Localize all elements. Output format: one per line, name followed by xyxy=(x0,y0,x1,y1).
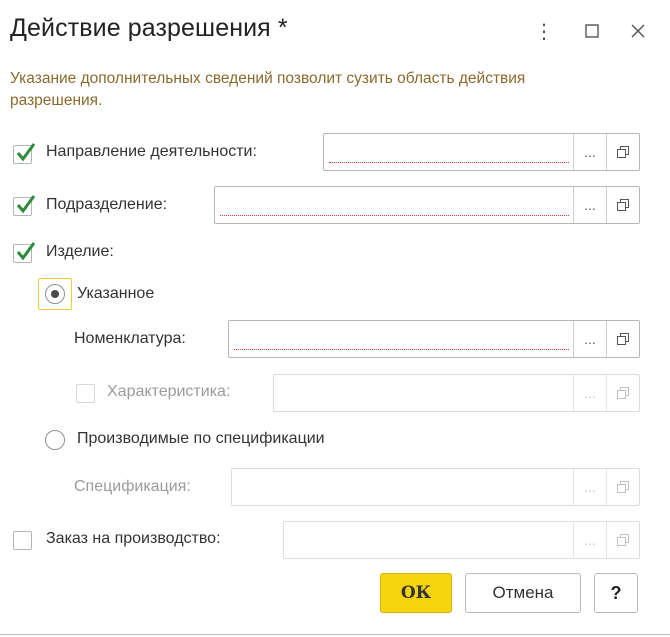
required-underline xyxy=(329,162,569,163)
close-icon xyxy=(631,24,645,38)
characteristic-input[interactable] xyxy=(274,375,573,411)
open-in-new-window-icon xyxy=(616,386,630,400)
specification-open-button[interactable] xyxy=(606,469,639,505)
open-in-new-window-icon xyxy=(616,332,630,346)
production-order-field[interactable]: ... xyxy=(283,521,640,559)
direction-open-button[interactable] xyxy=(606,134,639,170)
specification-select-button[interactable]: ... xyxy=(573,469,606,505)
ellipsis-icon: ... xyxy=(584,385,596,401)
division-input[interactable] xyxy=(215,187,573,223)
nomenclature-open-button[interactable] xyxy=(606,321,639,357)
checkmark-icon xyxy=(16,143,36,162)
division-checkbox[interactable] xyxy=(13,195,36,216)
specification-label: Спецификация: xyxy=(74,478,191,495)
production-order-select-button[interactable]: ... xyxy=(573,522,606,558)
specified-label: Указанное xyxy=(77,285,155,302)
checkmark-icon xyxy=(16,195,36,214)
by-spec-label: Производимые по спецификации xyxy=(77,430,325,447)
production-order-input[interactable] xyxy=(284,522,573,558)
more-vertical-icon: ⋮ xyxy=(534,20,554,43)
open-in-new-window-icon xyxy=(616,145,630,159)
checkmark-icon xyxy=(16,242,36,261)
characteristic-checkbox[interactable] xyxy=(76,384,95,403)
production-order-label: Заказ на производство: xyxy=(46,530,221,547)
division-open-button[interactable] xyxy=(606,187,639,223)
description-text: Указание дополнительных сведений позволи… xyxy=(10,70,526,109)
ellipsis-icon: ... xyxy=(584,144,596,160)
ellipsis-icon: ... xyxy=(584,479,596,495)
direction-checkbox[interactable] xyxy=(13,143,36,164)
production-order-checkbox[interactable] xyxy=(13,531,32,550)
nomenclature-select-button[interactable]: ... xyxy=(573,321,606,357)
characteristic-field[interactable]: ... xyxy=(273,374,640,412)
ellipsis-icon: ... xyxy=(584,331,596,347)
required-underline xyxy=(234,349,569,350)
help-button[interactable]: ? xyxy=(594,573,638,613)
characteristic-label: Характеристика: xyxy=(107,383,231,400)
division-field[interactable]: ... xyxy=(214,186,640,224)
specification-field[interactable]: ... xyxy=(231,468,640,506)
close-button[interactable] xyxy=(624,12,652,50)
required-underline xyxy=(220,215,569,216)
by-spec-radio[interactable] xyxy=(45,430,65,450)
direction-field[interactable]: ... xyxy=(323,133,640,171)
division-select-button[interactable]: ... xyxy=(573,187,606,223)
direction-label: Направление деятельности: xyxy=(46,143,257,160)
product-label: Изделие: xyxy=(46,243,114,260)
radio-selected-dot xyxy=(51,290,59,298)
maximize-button[interactable] xyxy=(578,12,606,50)
direction-input[interactable] xyxy=(324,134,573,170)
characteristic-open-button[interactable] xyxy=(606,375,639,411)
production-order-open-button[interactable] xyxy=(606,522,639,558)
more-actions-button[interactable]: ⋮ xyxy=(530,12,558,50)
cancel-button[interactable]: Отмена xyxy=(465,573,581,613)
product-checkbox[interactable] xyxy=(13,242,36,263)
open-in-new-window-icon xyxy=(616,480,630,494)
open-in-new-window-icon xyxy=(616,533,630,547)
characteristic-select-button[interactable]: ... xyxy=(573,375,606,411)
bottom-divider xyxy=(0,634,670,635)
ok-button[interactable]: ОК xyxy=(380,573,452,613)
ellipsis-icon: ... xyxy=(584,197,596,213)
maximize-icon xyxy=(585,24,599,38)
nomenclature-field[interactable]: ... xyxy=(228,320,640,358)
specification-input[interactable] xyxy=(232,469,573,505)
direction-select-button[interactable]: ... xyxy=(573,134,606,170)
nomenclature-label: Номенклатура: xyxy=(74,330,186,347)
division-label: Подразделение: xyxy=(46,196,168,213)
open-in-new-window-icon xyxy=(616,198,630,212)
specified-radio[interactable] xyxy=(45,284,65,304)
nomenclature-input[interactable] xyxy=(229,321,573,357)
dialog-title: Действие разрешения * xyxy=(10,14,288,42)
ellipsis-icon: ... xyxy=(584,532,596,548)
